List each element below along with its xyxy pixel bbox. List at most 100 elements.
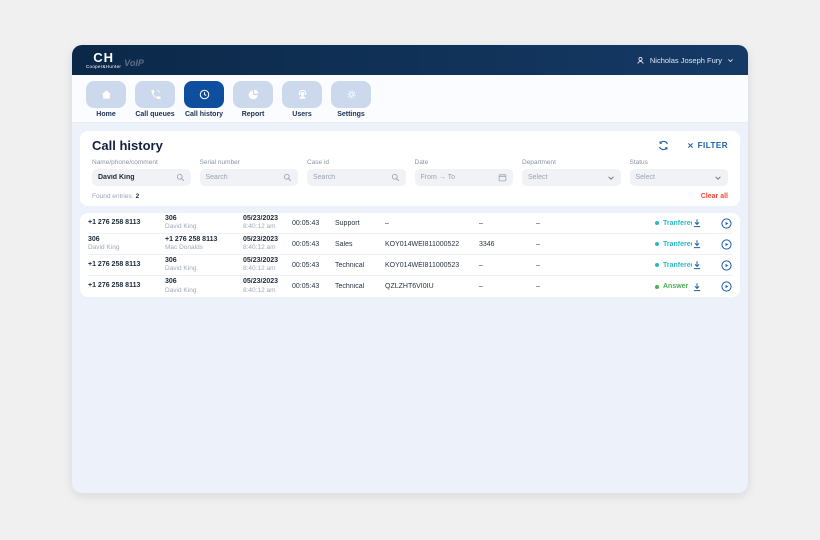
field-label: Status: [630, 159, 729, 166]
nav-item-settings[interactable]: Settings: [331, 81, 371, 122]
download-icon[interactable]: [692, 239, 702, 249]
play-icon[interactable]: [721, 239, 732, 250]
main-nav: Home Call queues Call history: [72, 75, 748, 123]
serial-cell: QZLZHT6VI0IU: [385, 283, 479, 290]
date-range-field[interactable]: [415, 169, 514, 186]
duration-cell: 00:05:43: [292, 220, 335, 227]
row-actions: [692, 218, 732, 229]
date-range-input[interactable]: [421, 174, 495, 181]
department-select[interactable]: Select: [522, 169, 621, 186]
chevron-down-icon: [727, 57, 734, 64]
callee-cell: +1 276 258 8113 Mac Donalds: [165, 236, 243, 253]
duration-cell: 00:05:43: [292, 262, 335, 269]
app-window: CH Cooper&Hunter VoIP Nicholas Joseph Fu…: [72, 45, 748, 493]
title-row: Call history FILTER: [92, 138, 728, 153]
name-phone-comment-input[interactable]: [98, 174, 172, 181]
play-icon[interactable]: [721, 218, 732, 229]
caller-cell: +1 276 258 8113: [88, 219, 165, 228]
chevron-down-icon: [714, 174, 722, 182]
caller-cell: 306 David King: [88, 236, 165, 253]
close-icon: [687, 142, 694, 149]
field-label: Name/phone/comment: [92, 159, 191, 166]
datetime-cell: 05/23/2023 8:40:12 am: [243, 236, 292, 253]
name-phone-comment-field[interactable]: [92, 169, 191, 186]
play-icon[interactable]: [721, 260, 732, 271]
found-entries: Found entries:2: [92, 193, 139, 200]
filter-panel: Call history FILTER: [80, 131, 740, 206]
person-icon: [636, 56, 645, 65]
calendar-icon: [498, 173, 507, 182]
case-id-cell: –: [479, 283, 536, 290]
filter-button[interactable]: FILTER: [687, 141, 728, 150]
download-icon[interactable]: [692, 260, 702, 270]
comment-cell: –: [536, 220, 655, 227]
callee-cell: 306 David King: [165, 257, 243, 274]
play-icon[interactable]: [721, 281, 732, 292]
status-label: Tranfered: [663, 220, 692, 227]
user-menu[interactable]: Nicholas Joseph Fury: [636, 56, 734, 65]
case-id-input[interactable]: [313, 174, 387, 181]
filter-button-label: FILTER: [698, 141, 728, 150]
serial-number-field[interactable]: [200, 169, 299, 186]
duration-cell: 00:05:43: [292, 283, 335, 290]
status-select[interactable]: Select: [630, 169, 729, 186]
call-queues-icon: [135, 81, 175, 108]
status-dot: [655, 242, 659, 246]
status-dot: [655, 221, 659, 225]
status-dot: [655, 285, 659, 289]
status-dot: [655, 263, 659, 267]
logo-subtext: Cooper&Hunter: [86, 65, 121, 70]
datetime-cell: 05/23/2023 8:40:12 am: [243, 215, 292, 232]
refresh-button[interactable]: [658, 140, 669, 151]
nav-label: Home: [96, 111, 115, 118]
brand-logo: CH Cooper&Hunter VoIP: [86, 51, 144, 70]
user-name: Nicholas Joseph Fury: [650, 56, 722, 65]
duration-cell: 00:05:43: [292, 241, 335, 248]
nav-label: Call queues: [135, 111, 174, 118]
row-actions: [692, 281, 732, 292]
comment-cell: –: [536, 262, 655, 269]
nav-item-call-queues[interactable]: Call queues: [135, 81, 175, 122]
cooper-hunter-logo: CH Cooper&Hunter: [86, 51, 121, 70]
status-label: Tranfered: [663, 262, 692, 269]
download-icon[interactable]: [692, 218, 702, 228]
status-badge: Tranfered: [655, 262, 692, 269]
field-label: Serial number: [200, 159, 299, 166]
serial-cell: KOY014WEI811000523: [385, 262, 479, 269]
serial-cell: –: [385, 220, 479, 227]
call-history-icon: [184, 81, 224, 108]
comment-cell: –: [536, 283, 655, 290]
call-history-table: +1 276 258 8113 306 David King 05/23/202…: [80, 213, 740, 297]
nav-item-users[interactable]: Users: [282, 81, 322, 122]
filters-row: Name/phone/comment Serial number: [92, 159, 728, 186]
case-id-field[interactable]: [307, 169, 406, 186]
case-id-cell: 3346: [479, 241, 536, 248]
filter-status: Status Select: [630, 159, 729, 186]
download-icon[interactable]: [692, 282, 702, 292]
logo-ch-text: CH: [93, 51, 114, 64]
row-actions: [692, 260, 732, 271]
filter-department: Department Select: [522, 159, 621, 186]
search-icon: [176, 173, 185, 182]
status-badge: Tranfered: [655, 220, 692, 227]
nav-item-home[interactable]: Home: [86, 81, 126, 122]
settings-icon: [331, 81, 371, 108]
field-label: Date: [415, 159, 514, 166]
search-icon: [283, 173, 292, 182]
page-title: Call history: [92, 138, 163, 153]
clear-all-button[interactable]: Clear all: [701, 193, 728, 200]
caller-cell: +1 276 258 8113: [88, 282, 165, 291]
department-select-value: Select: [528, 174, 603, 181]
nav-item-report[interactable]: Report: [233, 81, 273, 122]
nav-label: Report: [242, 111, 265, 118]
home-icon: [86, 81, 126, 108]
filter-serial-number: Serial number: [200, 159, 299, 186]
table-row: +1 276 258 8113 306 David King 05/23/202…: [88, 255, 732, 276]
nav-item-call-history[interactable]: Call history: [184, 81, 224, 122]
content-area: Call history FILTER: [72, 123, 748, 493]
nav-label: Call history: [185, 111, 223, 118]
department-cell: Sales: [335, 241, 385, 248]
datetime-cell: 05/23/2023 8:40:12 am: [243, 257, 292, 274]
search-icon: [391, 173, 400, 182]
serial-number-input[interactable]: [206, 174, 280, 181]
